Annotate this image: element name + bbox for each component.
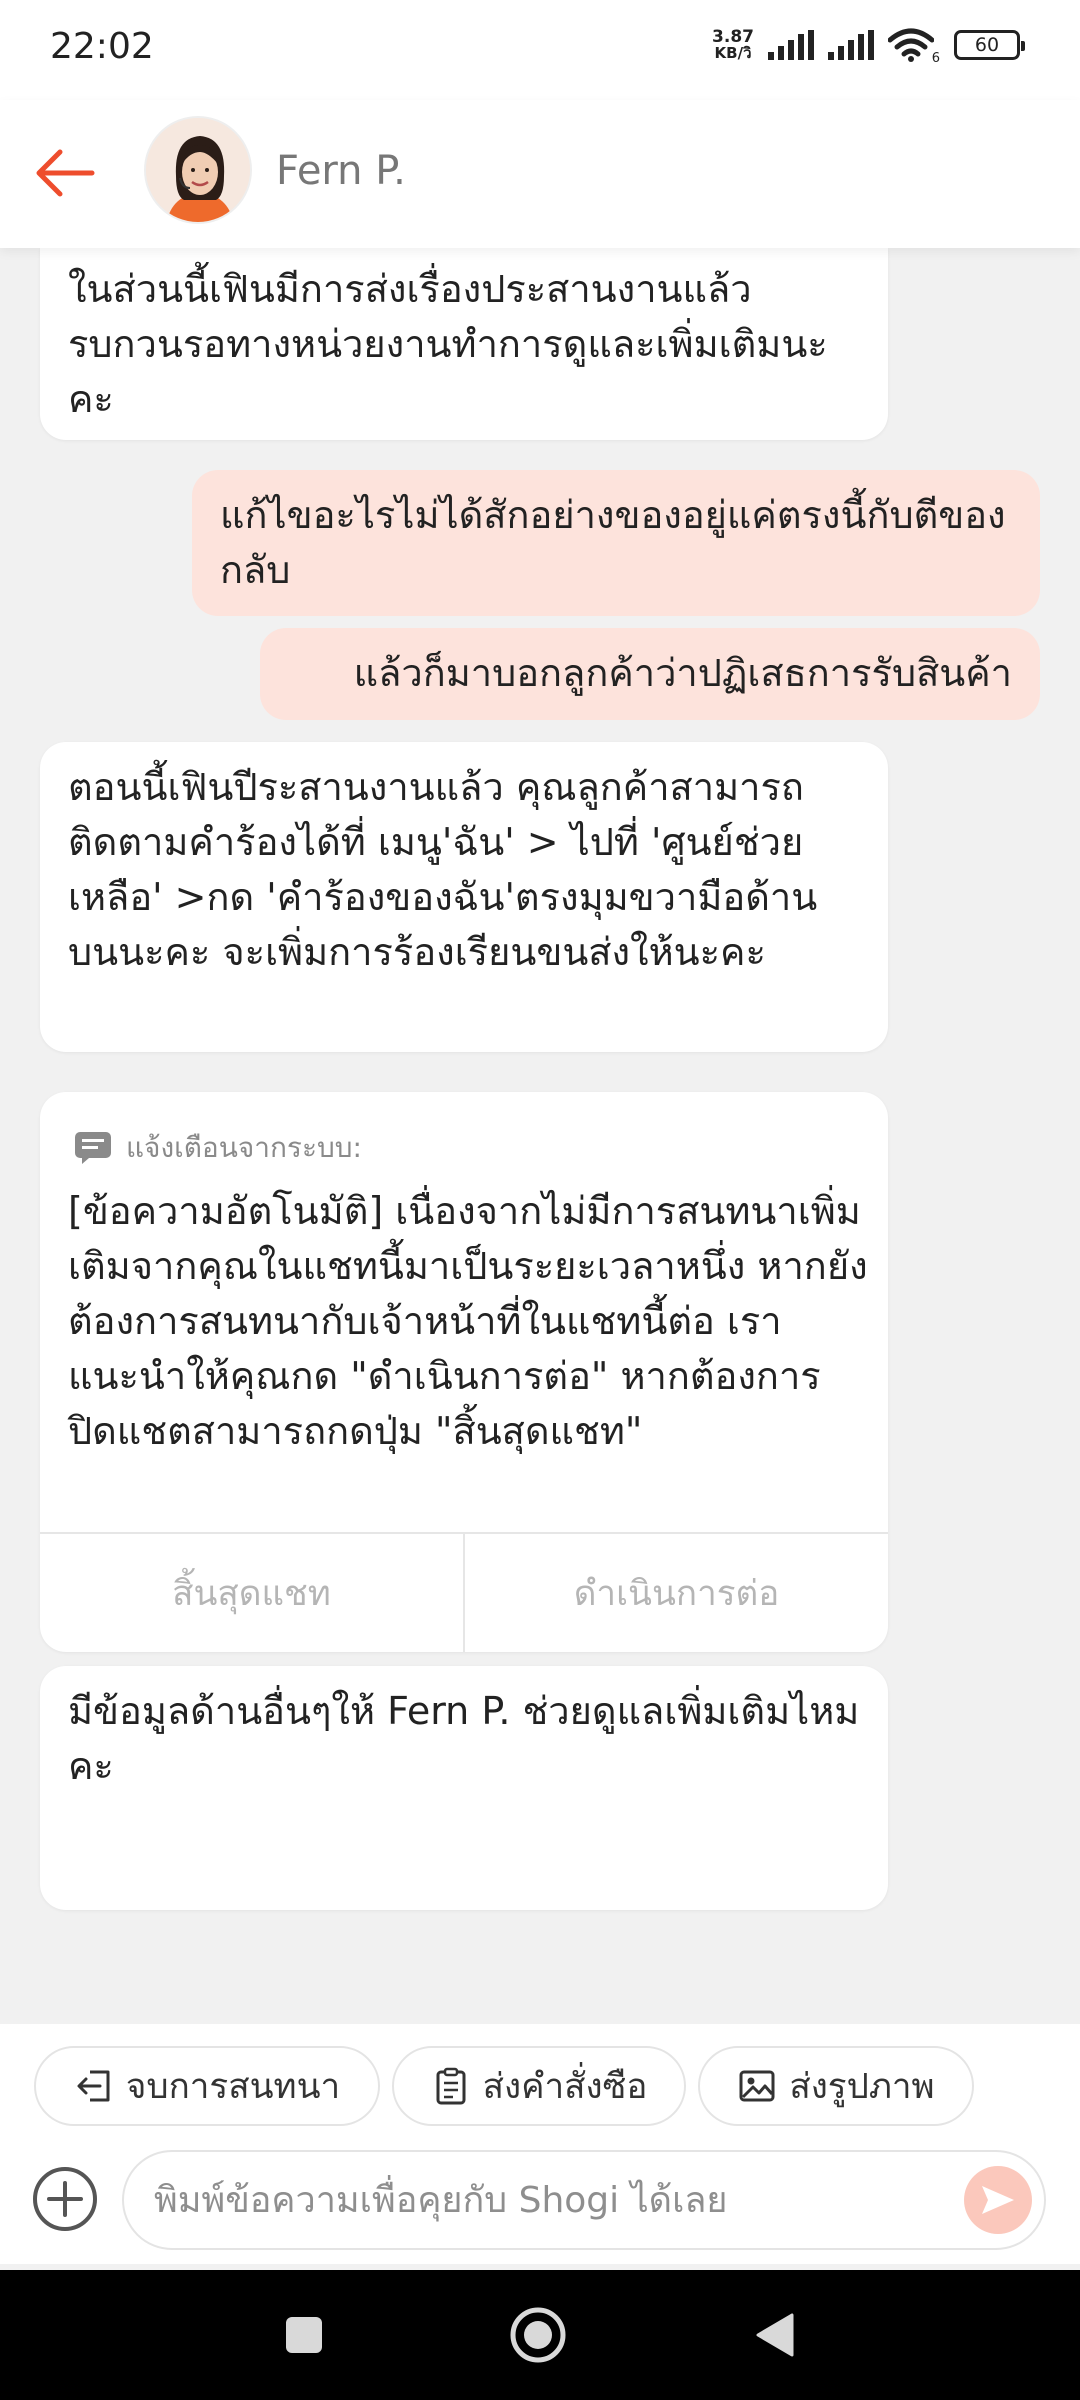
message-text: ตอนนี้เฟินปีระสานงานแล้ว คุณลูกค้าสามารถ… — [68, 765, 818, 974]
chip-label: ส่งคำสั่งซือ — [482, 2066, 648, 2107]
send-button[interactable] — [964, 2166, 1032, 2234]
wifi-indicator: 6 — [887, 28, 940, 66]
composer-area: จบการสนทนา ส่งคำสั่งซือ ส่งรูปภาพ — [0, 2024, 1080, 2264]
message-bubble-outgoing: แก้ไขอะไรไม่ได้สักอย่างของอยู่แค่ตรงนี้ก… — [192, 470, 1040, 616]
message-bubble-outgoing: แล้วก็มาบอกลูกค้าว่าปฏิเสธการรับสินค้า — [260, 628, 1040, 720]
chat-header: Fern P. — [0, 100, 1080, 248]
message-bubble-incoming: มีข้อมูลด้านอื่นๆให้ Fern P. ช่วยดูแลเพิ… — [40, 1666, 888, 1910]
message-bubble-incoming: ในส่วนนี้เฟินมีการส่งเรื่องประสานงานแล้ว… — [40, 248, 888, 440]
home-button[interactable] — [508, 2305, 568, 2365]
network-speed-unit: KB/วิ — [714, 44, 752, 62]
message-text: แล้วก็มาบอกลูกค้าว่าปฏิเสธการรับสินค้า — [353, 651, 1012, 695]
image-icon — [739, 2070, 775, 2102]
system-notice-card: แจ้งเตือนจากระบบ: [ข้อความอัตโนมัติ] เนื… — [40, 1092, 888, 1652]
send-icon — [982, 2186, 1014, 2214]
message-icon — [75, 1132, 111, 1164]
agent-avatar-image — [146, 118, 250, 222]
back-nav-button[interactable] — [744, 2305, 804, 2365]
network-speed: 3.87 KB/วิ — [712, 27, 754, 62]
plus-circle-icon — [33, 2167, 97, 2231]
status-bar: 22:02 3.87 KB/วิ 6 60 — [0, 0, 1080, 100]
send-image-button[interactable]: ส่งรูปภาพ — [698, 2046, 974, 2126]
system-notice-actions: สิ้นสุดแชท ดำเนินการต่อ — [40, 1532, 888, 1652]
status-icons: 3.87 KB/วิ 6 60 — [712, 27, 1025, 66]
system-notice-body: [ข้อความอัตโนมัติ] เนื่องจากไม่มีการสนทน… — [68, 1189, 868, 1453]
square-icon — [286, 2317, 322, 2353]
battery-indicator: 60 — [954, 30, 1025, 60]
back-arrow-icon — [36, 149, 95, 197]
system-notice-label: แจ้งเตือนจากระบบ: — [126, 1131, 362, 1164]
chip-label: ส่งรูปภาพ — [789, 2066, 935, 2107]
back-button[interactable] — [30, 138, 100, 208]
home-circle-icon — [510, 2307, 566, 2363]
wifi-badge: 6 — [931, 51, 940, 66]
message-text: ในส่วนนี้เฟินมีการส่งเรื่องประสานงานแล้ว… — [68, 267, 828, 421]
clipboard-icon — [436, 2067, 466, 2105]
exit-icon — [77, 2070, 110, 2102]
end-chat-button[interactable]: สิ้นสุดแชท — [40, 1534, 463, 1652]
system-navigation-bar — [0, 2270, 1080, 2400]
message-text: แก้ไขอะไรไม่ได้สักอย่างของอยู่แค่ตรงนี้ก… — [220, 493, 1006, 592]
system-notice-header: แจ้งเตือนจากระบบ: — [74, 1126, 362, 1170]
add-attachment-button[interactable] — [30, 2164, 100, 2234]
triangle-back-icon — [756, 2313, 794, 2357]
wifi-icon — [887, 28, 935, 62]
signal-icon — [768, 30, 814, 60]
agent-name: Fern P. — [276, 148, 406, 194]
continue-chat-button[interactable]: ดำเนินการต่อ — [463, 1534, 888, 1652]
signal-icon — [828, 30, 874, 60]
message-text: มีข้อมูลด้านอื่นๆให้ Fern P. ช่วยดูแลเพิ… — [68, 1689, 860, 1788]
chip-label: จบการสนทนา — [125, 2066, 341, 2107]
message-input[interactable] — [154, 2152, 934, 2248]
network-speed-value: 3.87 — [712, 27, 754, 47]
end-conversation-button[interactable]: จบการสนทนา — [34, 2046, 380, 2126]
agent-avatar[interactable] — [144, 116, 252, 224]
send-order-button[interactable]: ส่งคำสั่งซือ — [392, 2046, 686, 2126]
message-input-container — [122, 2150, 1046, 2250]
chat-messages[interactable]: ในส่วนนี้เฟินมีการส่งเรื่องประสานงานแล้ว… — [0, 248, 1080, 2024]
recents-button[interactable] — [274, 2305, 334, 2365]
message-bubble-incoming: ตอนนี้เฟินปีระสานงานแล้ว คุณลูกค้าสามารถ… — [40, 742, 888, 1052]
status-time: 22:02 — [50, 26, 154, 67]
